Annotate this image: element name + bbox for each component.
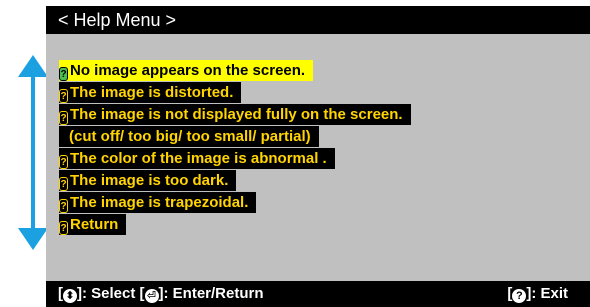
- menu-item-trapezoidal[interactable]: ? The image is trapezoidal.: [59, 192, 257, 213]
- question-icon: ?: [59, 221, 68, 235]
- enter-key-icon: ⏎: [144, 289, 159, 303]
- menu-item-not-displayed-fully-detail[interactable]: (cut off/ too big/ too small/ partial): [59, 126, 319, 147]
- menu-item-label: The image is trapezoidal.: [70, 194, 249, 211]
- question-icon: ?: [59, 155, 68, 169]
- help-menu-header: < Help Menu >: [46, 6, 590, 34]
- question-icon: ?: [59, 177, 68, 191]
- key-hint-bar: [⬍]: Select [⏎]: Enter/Return [?]: Exit: [46, 281, 590, 307]
- menu-item-label: The color of the image is abnormal .: [70, 150, 327, 167]
- menu-item-label: The image is not displayed fully on the …: [70, 106, 403, 123]
- scroll-arrow-icon: [18, 55, 48, 250]
- help-menu-panel: < Help Menu > ? No image appears on the s…: [46, 6, 590, 307]
- key-hint-select-enter: [⬍]: Select [⏎]: Enter/Return: [58, 285, 264, 303]
- menu-item-label: (cut off/ too big/ too small/ partial): [69, 128, 311, 145]
- menu-item-distorted[interactable]: ? The image is distorted.: [59, 82, 242, 103]
- menu-item-not-displayed-fully[interactable]: ? The image is not displayed fully on the…: [59, 104, 411, 125]
- menu-item-return[interactable]: ? Return: [59, 214, 127, 235]
- menu-item-label: Return: [70, 216, 119, 233]
- menu-item-label: The image is too dark.: [70, 172, 229, 189]
- menu-item-label: No image appears on the screen.: [70, 62, 306, 79]
- question-icon: ?: [59, 111, 68, 125]
- question-icon: ?: [59, 89, 68, 103]
- key-hint-exit: [?]: Exit: [507, 285, 568, 303]
- up-down-key-icon: ⬍: [63, 289, 77, 303]
- menu-item-too-dark[interactable]: ? The image is too dark.: [59, 170, 237, 191]
- question-icon: ?: [59, 199, 68, 213]
- menu-item-no-image[interactable]: ? No image appears on the screen.: [59, 60, 314, 81]
- menu-item-color-abnormal[interactable]: ? The color of the image is abnormal .: [59, 148, 335, 169]
- page-title: < Help Menu >: [58, 10, 177, 30]
- help-key-icon: ?: [512, 289, 527, 303]
- menu-item-label: The image is distorted.: [70, 84, 234, 101]
- question-icon: ?: [59, 67, 68, 81]
- help-menu-list: ? No image appears on the screen. ? The im…: [59, 60, 411, 236]
